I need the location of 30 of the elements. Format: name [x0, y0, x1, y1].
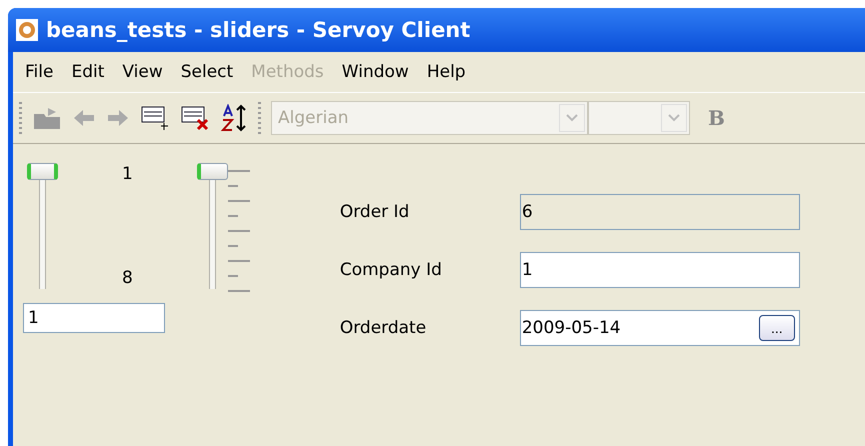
chevron-down-icon — [668, 114, 680, 122]
size-dropdown[interactable] — [588, 101, 690, 135]
slider-thumb[interactable] — [196, 162, 228, 180]
sort-icon[interactable] — [220, 104, 248, 132]
slider-max-label: 1 — [122, 164, 133, 184]
date-field[interactable]: 2009-05-14 ... — [520, 310, 800, 346]
delete-record-icon[interactable] — [180, 105, 210, 131]
back-arrow-icon[interactable] — [72, 108, 96, 128]
window-title: beans_tests - sliders - Servoy Client — [46, 18, 470, 42]
menu-item[interactable]: Window — [336, 62, 421, 82]
menu-item[interactable]: View — [116, 62, 175, 82]
menu-item[interactable]: Edit — [65, 62, 116, 82]
input-field[interactable]: 1 — [23, 303, 165, 333]
forward-arrow-icon[interactable] — [106, 108, 130, 128]
app-logo-icon — [16, 19, 38, 41]
slider-min-label: 8 — [122, 268, 133, 288]
menu-item[interactable]: Select — [174, 62, 246, 82]
folder-icon[interactable] — [32, 106, 62, 130]
date-picker-button[interactable]: ... — [758, 315, 795, 341]
new-record-icon[interactable] — [140, 105, 170, 131]
tick-marks-icon — [228, 170, 250, 295]
input-field[interactable]: 6 — [520, 194, 800, 230]
menu-item[interactable]: File — [19, 62, 66, 82]
slider-thumb[interactable] — [27, 162, 58, 180]
menu-item[interactable]: Help — [420, 62, 478, 82]
input-field[interactable]: 1 — [520, 252, 800, 288]
field-label: Company Id — [340, 260, 443, 280]
chevron-down-icon — [566, 114, 578, 122]
field-label: Orderdate — [340, 318, 428, 338]
field-label: Order Id — [340, 202, 410, 222]
